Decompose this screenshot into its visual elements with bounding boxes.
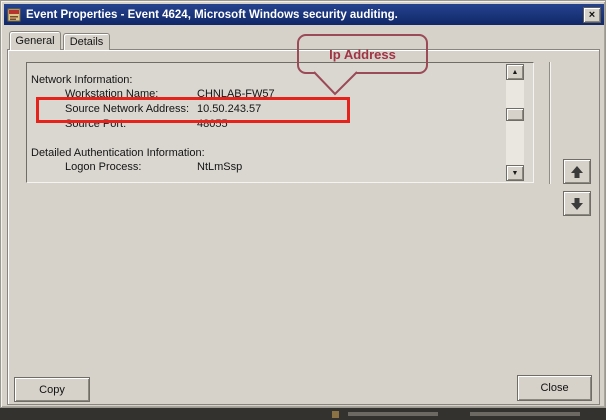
tab-details[interactable]: Details <box>63 33 110 50</box>
taskbar-item <box>348 412 438 416</box>
next-event-button[interactable] <box>563 191 591 216</box>
taskbar-icon <box>332 411 339 418</box>
window-title: Event Properties - Event 4624, Microsoft… <box>26 9 398 21</box>
tab-general[interactable]: General <box>9 31 61 50</box>
event-viewer-icon <box>7 8 21 22</box>
scroll-down-icon[interactable]: ▼ <box>506 165 524 181</box>
arrow-down-icon <box>570 197 584 211</box>
content-divider <box>549 62 550 184</box>
scrollbar-thumb[interactable] <box>506 108 524 121</box>
title-bar[interactable]: Event Properties - Event 4624, Microsoft… <box>4 4 604 25</box>
event-properties-dialog: Event Properties - Event 4624, Microsoft… <box>0 0 606 408</box>
scroll-up-icon[interactable]: ▲ <box>506 64 524 80</box>
description-scrollbar[interactable]: ▲ ▼ <box>506 64 524 181</box>
previous-event-button[interactable] <box>563 159 591 184</box>
taskbar-strip <box>0 408 606 420</box>
close-icon[interactable]: × <box>583 7 601 23</box>
close-button[interactable]: Close <box>517 375 592 401</box>
section-heading: Network Information: <box>31 74 132 86</box>
copy-button[interactable]: Copy <box>14 377 90 402</box>
ip-address-callout: Ip Address <box>297 34 428 74</box>
screen: Event Properties - Event 4624, Microsoft… <box>0 0 606 420</box>
section-heading: Detailed Authentication Information: <box>31 147 205 159</box>
arrow-up-icon <box>570 165 584 179</box>
taskbar-item <box>470 412 580 416</box>
ip-address-highlight-box <box>36 97 350 123</box>
callout-tail <box>304 71 368 97</box>
field-label: Logon Process: <box>65 161 141 173</box>
field-value: NtLmSsp <box>197 161 242 173</box>
